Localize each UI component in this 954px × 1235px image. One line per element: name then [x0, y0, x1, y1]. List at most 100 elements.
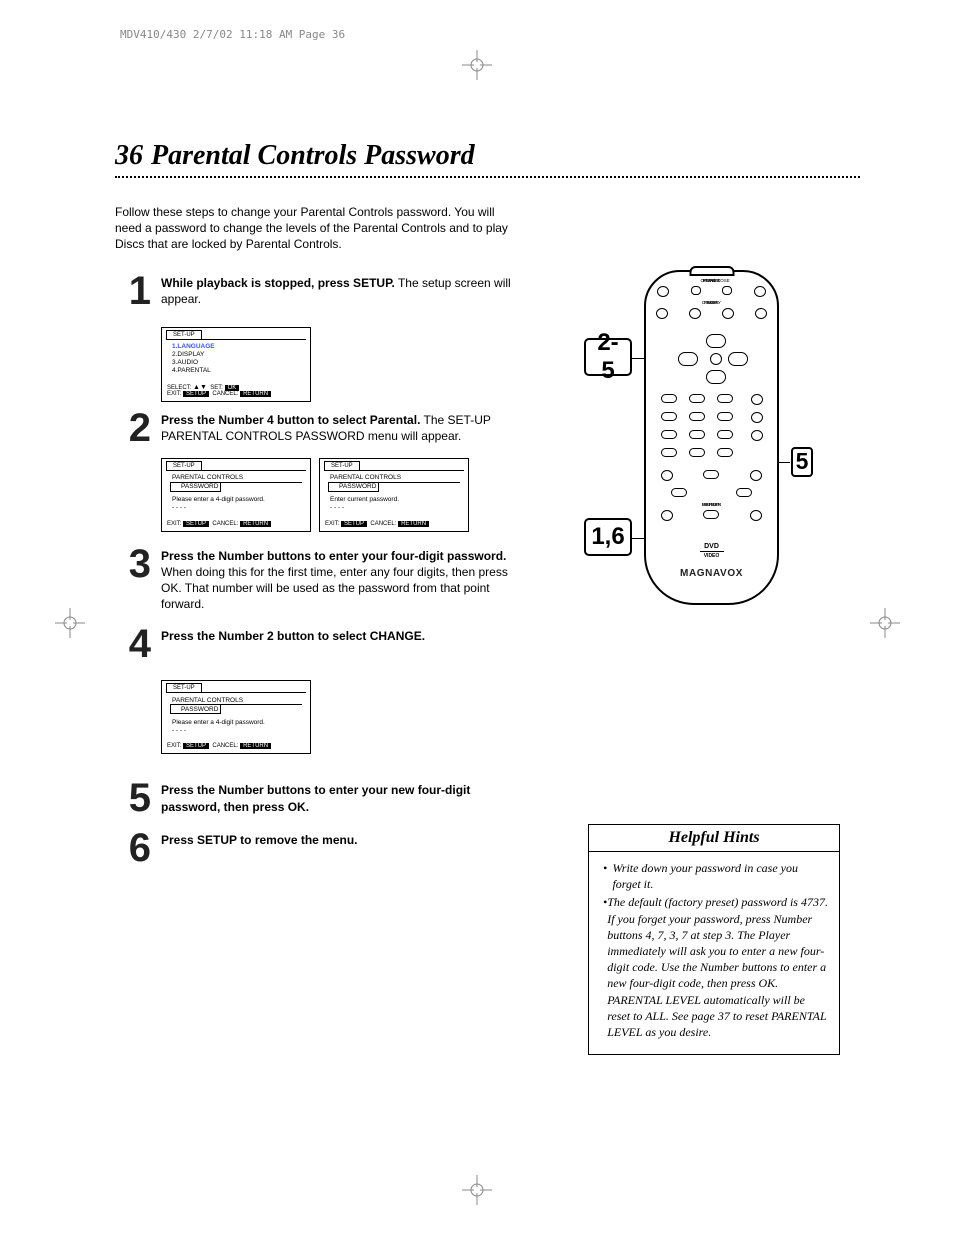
crop-mark-bottom [462, 1175, 492, 1210]
screen2b-l1: PARENTAL CONTROLS [328, 474, 460, 483]
remote-brand: MAGNAVOX [646, 568, 777, 579]
crop-mark-right [870, 608, 900, 643]
title-divider [115, 176, 860, 178]
btn-pause [755, 308, 767, 319]
step-3-rest: When doing this for the first time, ente… [161, 565, 508, 611]
btn-9 [717, 430, 733, 439]
btn-title [750, 470, 762, 481]
btn-power [657, 286, 669, 297]
crop-mark-top [462, 50, 492, 85]
screen2b-footer: EXIT: SETUP CANCEL: RETURN [320, 519, 468, 531]
btn-audio [751, 394, 763, 405]
intro-paragraph: Follow these steps to change your Parent… [115, 204, 515, 253]
print-header: MDV410/430 2/7/02 11:18 AM Page 36 [120, 28, 345, 41]
step-4: 4 Press the Number 2 button to select CH… [115, 624, 515, 664]
screen4-prompt: Please enter a 4-digit password. [170, 718, 302, 726]
screen2b-l2: PASSWORD [328, 483, 379, 492]
btn-search [751, 430, 763, 441]
screen-password-a: SET-UP PARENTAL CONTROLS PASSWORD Please… [161, 458, 311, 532]
step-6: 6 Press SETUP to remove the menu. [115, 828, 515, 868]
btn-setup [661, 510, 673, 521]
btn-4 [661, 412, 677, 421]
btn-rew [678, 352, 698, 366]
step-2-bold: Press the Number 4 button to select Pare… [161, 413, 420, 427]
screen1-tab: SET-UP [166, 330, 202, 339]
page-title: 36Parental Controls Password [115, 140, 860, 172]
step-3-num: 3 [115, 544, 161, 584]
btn-stop [706, 370, 726, 384]
screen4-l1: PARENTAL CONTROLS [170, 696, 302, 705]
btn-subtitle [751, 412, 763, 423]
btn-clear [661, 448, 677, 457]
crop-mark-left [55, 608, 85, 643]
page-title-text: Parental Controls Password [151, 140, 475, 171]
screen2a-dashes: - - - - [170, 504, 302, 512]
helpful-hints-box: Helpful Hints •Write down your password … [588, 824, 840, 1055]
callout-1-6: 1,6 [584, 518, 632, 556]
btn-8 [689, 430, 705, 439]
btn-display [656, 308, 668, 319]
screen4-dashes: - - - - [170, 726, 302, 734]
btn-marker [750, 510, 762, 521]
step-5-bold: Press the Number buttons to enter your n… [161, 783, 470, 813]
remote-dpad [676, 336, 750, 386]
step-5-num: 5 [115, 778, 161, 818]
btn-ok [703, 470, 719, 479]
screen-password-b: SET-UP PARENTAL CONTROLS PASSWORD Enter … [319, 458, 469, 532]
step-1-bold: While playback is stopped, press SETUP. [161, 276, 395, 290]
lbl-open: OPEN/CLOSE [701, 278, 723, 283]
callout-5: 5 [790, 445, 814, 479]
step-4-num: 4 [115, 624, 161, 664]
step-1-num: 1 [115, 271, 161, 311]
screen2a-footer: EXIT: SETUP CANCEL: RETURN [162, 519, 310, 531]
screen2a-tab: SET-UP [166, 461, 202, 470]
btn-skip-next [722, 308, 734, 319]
btn-ff [728, 352, 748, 366]
hint-2: •The default (factory preset) password i… [603, 894, 829, 1040]
step-6-bold: Press SETUP to remove the menu. [161, 833, 358, 847]
screen2a-l1: PARENTAL CONTROLS [170, 474, 302, 483]
screen1-item-3: 3.AUDIO [170, 359, 302, 367]
btn-right [736, 488, 752, 497]
screen2b-prompt: Enter current password. [328, 496, 460, 504]
btn-left [671, 488, 687, 497]
btn-0 [689, 448, 705, 457]
btn-5 [689, 412, 705, 421]
screen4-footer: EXIT: SETUP CANCEL: RETURN [162, 741, 310, 753]
screen-setup-menu: SET-UP 1.LANGUAGE 2.DISPLAY 3.AUDIO 4.PA… [161, 327, 311, 402]
callout-2-5: 2-5 [584, 338, 632, 376]
screen1-item-4: 4.PARENTAL [170, 367, 302, 375]
screen2a-l2: PASSWORD [170, 483, 221, 492]
screen1-footer: SELECT: ▲▼ SET: OK EXIT: SETUP CANCEL: R… [162, 382, 310, 401]
btn-skip-prev [689, 308, 701, 319]
step-4-bold: Press the Number 2 button to select CHAN… [161, 629, 425, 643]
step-3-bold: Press the Number buttons to enter your f… [161, 549, 506, 563]
btn-plus10 [717, 448, 733, 457]
btn-play [706, 334, 726, 348]
screen1-item-1: 1.LANGUAGE [170, 343, 302, 351]
dvd-logo: DVDVIDEO [646, 543, 777, 559]
btn-return [703, 510, 719, 519]
btn-ab [722, 286, 732, 295]
step-6-num: 6 [115, 828, 161, 868]
step-2-num: 2 [115, 408, 161, 448]
screen1-item-2: 2.DISPLAY [170, 351, 302, 359]
step-2: 2 Press the Number 4 button to select Pa… [115, 408, 515, 448]
screen2a-prompt: Please enter a 4-digit password. [170, 496, 302, 504]
screen4-tab: SET-UP [166, 683, 202, 692]
screen-password-change: SET-UP PARENTAL CONTROLS PASSWORD Please… [161, 680, 311, 754]
screen4-l2: PASSWORD [170, 705, 221, 714]
step-3: 3 Press the Number buttons to enter your… [115, 544, 515, 613]
screen2b-dashes: - - - - [328, 504, 460, 512]
step-5: 5 Press the Number buttons to enter your… [115, 778, 515, 818]
helpful-hints-title: Helpful Hints [589, 825, 839, 852]
btn-3 [717, 394, 733, 403]
btn-ok-center [710, 353, 722, 365]
btn-1 [661, 394, 677, 403]
lbl-marker: MARKER [701, 502, 723, 507]
btn-2 [689, 394, 705, 403]
hint-1: •Write down your password in case you fo… [603, 860, 829, 892]
btn-7 [661, 430, 677, 439]
step-1: 1 While playback is stopped, press SETUP… [115, 271, 515, 311]
btn-6 [717, 412, 733, 421]
